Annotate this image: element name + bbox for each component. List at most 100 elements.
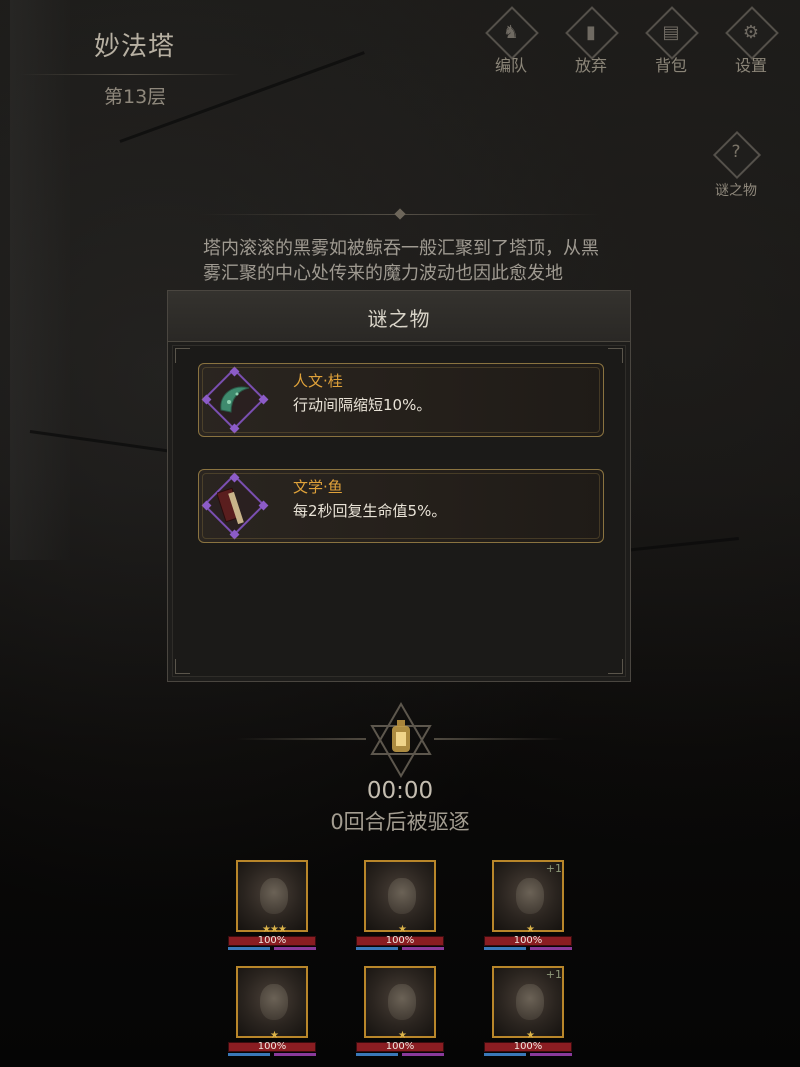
gear-icon: ⚙ — [742, 22, 760, 43]
hero-face — [516, 878, 544, 914]
hero-skill-bar — [402, 1053, 444, 1056]
tower-title: 妙法塔 — [94, 32, 176, 62]
hero-mana-bar — [356, 947, 398, 950]
bag-button-label: 背包 — [654, 56, 687, 75]
helmet-icon: ♞ — [502, 22, 520, 43]
team-button-label: 编队 — [494, 56, 527, 75]
rarity-pip — [229, 529, 240, 540]
hero-stars: ★ — [526, 1030, 535, 1041]
item-icon-frame — [201, 366, 269, 434]
hero-skill-bar — [402, 947, 444, 950]
book-scroll-icon — [217, 487, 244, 525]
jade-crescent-icon — [220, 386, 250, 413]
item-name: 文学·鱼 — [293, 478, 343, 496]
hero-mana-bar — [228, 1053, 270, 1056]
hero-stars: ★ — [526, 924, 535, 935]
mystery-items-button-label: 谜之物 — [715, 183, 757, 199]
hero-portrait — [364, 966, 436, 1038]
rarity-pip — [258, 500, 269, 511]
floor-indicator: 第13层 — [104, 86, 167, 108]
hero-upgrade-badge: +1 — [545, 862, 562, 875]
rarity-pip — [258, 394, 269, 405]
hero-portrait — [364, 860, 436, 932]
hero-energy-bars — [356, 1053, 444, 1056]
hero-energy-bars — [356, 947, 444, 950]
hero-portrait — [236, 860, 308, 932]
hero-mana-bar — [484, 1053, 526, 1056]
hero-slot[interactable]: +1 ★ 100% — [484, 966, 572, 1066]
rarity-pip — [229, 472, 240, 483]
dialog-title: 谜之物 — [367, 307, 431, 331]
item-icon-frame — [201, 472, 269, 540]
hero-face — [388, 984, 416, 1020]
hero-stars: ★ — [398, 924, 407, 935]
corner-ornament — [608, 659, 623, 674]
team-button[interactable]: ♞ 编队 — [480, 6, 542, 75]
settings-button-label: 设置 — [734, 56, 767, 75]
hero-skill-bar — [530, 1053, 572, 1056]
rarity-frame — [202, 473, 266, 537]
background-pillar — [10, 0, 70, 560]
hero-energy-bars — [484, 947, 572, 950]
hero-hp-text: 100% — [257, 1041, 287, 1052]
hero-portrait — [236, 966, 308, 1038]
hero-slot[interactable]: ★ 100% — [356, 860, 444, 960]
corner-ornament — [608, 348, 623, 363]
mystery-items-button[interactable]: ? 谜之物 — [704, 130, 768, 200]
mystery-item-card[interactable]: 文学·鱼 每2秒回复生命值5%。 — [198, 469, 604, 543]
hero-slot[interactable]: ★ 100% — [356, 966, 444, 1066]
bag-icon: ▤ — [662, 22, 680, 43]
hero-slot[interactable]: ★★★ 100% — [228, 860, 316, 960]
hero-skill-bar — [274, 947, 316, 950]
item-description: 行动间隔缩短10%。 — [293, 396, 432, 414]
rarity-pip — [229, 423, 240, 434]
rarity-pip — [201, 500, 212, 511]
timer: 00:00 — [366, 778, 434, 804]
hero-slot[interactable]: ★ 100% — [228, 966, 316, 1066]
lantern-emblem-icon — [370, 702, 432, 778]
emblem-wing-left — [236, 738, 366, 740]
corner-ornament — [175, 348, 190, 363]
bag-button[interactable]: ▤ 背包 — [640, 6, 702, 75]
hero-face — [260, 984, 288, 1020]
hero-upgrade-badge: +1 — [545, 968, 562, 981]
hero-hp-text: 100% — [257, 935, 287, 946]
mystery-items-dialog: 谜之物 人文·桂 行动间隔缩短10%。 文学·鱼 每2秒回复生命值5%。 — [167, 290, 631, 682]
dialog-header: 谜之物 — [168, 291, 630, 342]
emblem-wing-right — [434, 738, 564, 740]
eviction-countdown: 0回合后被驱逐 — [330, 810, 470, 834]
title-divider — [20, 74, 240, 75]
hero-face — [388, 878, 416, 914]
corner-ornament — [175, 659, 190, 674]
hero-stars: ★ — [270, 1030, 279, 1041]
hero-energy-bars — [228, 947, 316, 950]
hero-energy-bars — [484, 1053, 572, 1056]
settings-button[interactable]: ⚙ 设置 — [720, 6, 782, 75]
hero-stars: ★ — [398, 1030, 407, 1041]
hero-stars: ★★★ — [262, 924, 287, 935]
hero-face — [260, 878, 288, 914]
rarity-pip — [201, 394, 212, 405]
hero-energy-bars — [228, 1053, 316, 1056]
hero-mana-bar — [356, 1053, 398, 1056]
rarity-frame — [202, 367, 266, 431]
hero-mana-bar — [228, 947, 270, 950]
hero-slot[interactable]: +1 ★ 100% — [484, 860, 572, 960]
give-up-button[interactable]: ▮ 放弃 — [560, 6, 622, 75]
hero-mana-bar — [484, 947, 526, 950]
hero-skill-bar — [274, 1053, 316, 1056]
hero-hp-text: 100% — [513, 935, 543, 946]
hero-hp-text: 100% — [385, 935, 415, 946]
hero-hp-text: 100% — [385, 1041, 415, 1052]
item-name: 人文·桂 — [293, 372, 343, 390]
hero-skill-bar — [530, 947, 572, 950]
mystery-item-card[interactable]: 人文·桂 行动间隔缩短10%。 — [198, 363, 604, 437]
mystery-swirl-icon: ? — [731, 142, 741, 162]
exit-door-icon: ▮ — [586, 22, 596, 43]
item-description: 每2秒回复生命值5%。 — [293, 502, 447, 520]
rarity-pip — [229, 366, 240, 377]
give-up-button-label: 放弃 — [574, 56, 607, 75]
hero-face — [516, 984, 544, 1020]
story-text: 塔内滚滚的黑雾如被鲸吞一般汇聚到了塔顶，从黑雾汇聚的中心处传来的魔力波动也因此愈… — [203, 238, 599, 284]
hero-hp-text: 100% — [513, 1041, 543, 1052]
